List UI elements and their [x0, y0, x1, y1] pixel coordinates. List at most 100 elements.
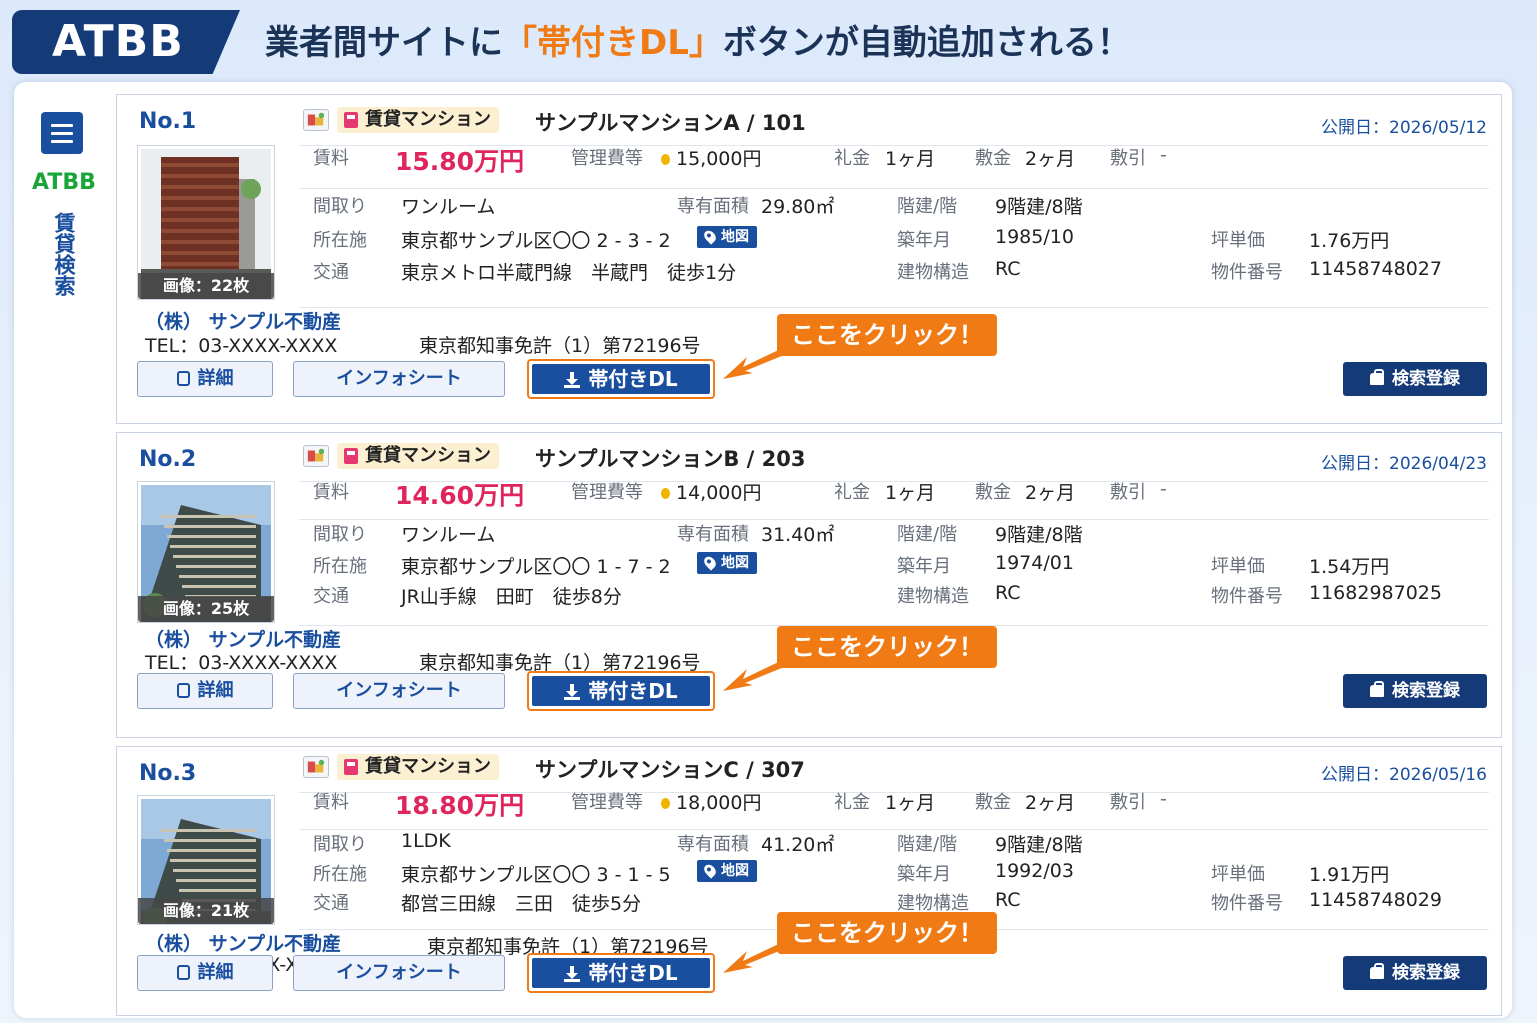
key-money-value: 1ヶ月 — [885, 148, 936, 170]
download-icon — [564, 966, 581, 982]
mgmt-value: 14,000円 — [661, 478, 761, 505]
tsubo-label: 坪単価 — [1211, 556, 1265, 577]
address-value: 東京都サンプル区〇〇 3 - 1 - 5 — [401, 864, 671, 886]
info-sheet-button[interactable]: インフォシート — [293, 361, 505, 397]
tsubo-value: 1.91万円 — [1309, 864, 1390, 886]
building-type-icon — [344, 448, 358, 464]
divider — [299, 188, 1489, 189]
rent-value: 15.80万円 — [395, 147, 525, 176]
property-name[interactable]: サンプルマンションB / 203 — [535, 443, 806, 473]
headline-post: ボタンが自動追加される！ — [722, 23, 1131, 63]
structure-value: RC — [995, 889, 1021, 911]
deposit-label: 敷金 — [975, 482, 1011, 503]
save-search-button[interactable]: 検索登録 — [1343, 956, 1487, 990]
company-tel: TEL：03-XXXX-XXXX — [145, 335, 338, 357]
property-type-icon — [303, 109, 329, 131]
banded-download-button[interactable]: 帯付きDL — [527, 953, 715, 993]
listing-card: No.3 画像：21枚 賃貸マンション サンプルマンションC / 307 公開日… — [116, 746, 1502, 1016]
save-search-button[interactable]: 検索登録 — [1343, 362, 1487, 396]
company-name[interactable]: （株） サンプル不動産 — [145, 307, 341, 334]
publish-date: 公開日：2026/05/12 — [1321, 118, 1487, 138]
briefcase-icon — [1370, 681, 1384, 697]
detail-icon — [176, 965, 190, 980]
map-pin-icon — [701, 554, 719, 571]
banded-download-button[interactable]: 帯付きDL — [527, 359, 715, 399]
rent-value: 18.80万円 — [395, 791, 525, 820]
layout-label: 間取り — [313, 196, 367, 217]
coin-icon — [661, 798, 670, 809]
map-button[interactable]: 地図 — [697, 552, 757, 574]
map-button[interactable]: 地図 — [697, 226, 757, 248]
deduction-value: - — [1160, 478, 1167, 500]
transport-label: 交通 — [313, 262, 349, 283]
layout-value: 1LDK — [401, 830, 451, 852]
divider — [299, 829, 1489, 830]
rent-value: 14.60万円 — [395, 481, 525, 510]
download-icon — [564, 372, 581, 388]
property-number-value: 11458748027 — [1309, 258, 1442, 280]
briefcase-icon — [1370, 963, 1384, 979]
deposit-label: 敷金 — [975, 792, 1011, 813]
floors-label: 階建/階 — [897, 524, 958, 545]
tsubo-label: 坪単価 — [1211, 230, 1265, 251]
deposit-label: 敷金 — [975, 148, 1011, 169]
banded-download-button[interactable]: 帯付きDL — [527, 671, 715, 711]
download-icon — [564, 684, 581, 700]
property-photo[interactable]: 画像：25枚 — [137, 481, 275, 623]
publish-date: 公開日：2026/04/23 — [1321, 454, 1487, 474]
sidebar-rental-search-link[interactable]: 賃貸検索 — [48, 212, 76, 296]
detail-button[interactable]: 詳細 — [137, 955, 273, 991]
built-label: 築年月 — [897, 556, 951, 577]
area-label: 専有面積 — [677, 196, 749, 217]
click-here-callout: ここをクリック！ — [777, 626, 997, 668]
listing-number: No.3 — [139, 761, 197, 786]
built-value: 1992/03 — [995, 860, 1074, 882]
image-count: 画像：22枚 — [138, 273, 274, 299]
publish-date: 公開日：2026/05/16 — [1321, 765, 1487, 785]
key-money-label: 礼金 — [834, 792, 870, 813]
divider — [299, 307, 1489, 308]
property-number-label: 物件番号 — [1211, 586, 1283, 607]
address-label: 所在施 — [313, 864, 367, 885]
save-search-button[interactable]: 検索登録 — [1343, 674, 1487, 708]
rent-label: 賃料 — [313, 792, 349, 813]
property-type-badge: 賃貸マンション — [337, 754, 499, 780]
headline-highlight: 「帯付きDL」 — [503, 23, 723, 63]
property-type-badge: 賃貸マンション — [337, 443, 499, 469]
deposit-value: 2ヶ月 — [1025, 792, 1076, 814]
built-value: 1974/01 — [995, 552, 1074, 574]
structure-label: 建物構造 — [897, 586, 969, 607]
rent-label: 賃料 — [313, 482, 349, 503]
detail-button[interactable]: 詳細 — [137, 361, 273, 397]
property-number-value: 11682987025 — [1309, 582, 1442, 604]
transport-value: 東京メトロ半蔵門線 半蔵門 徒歩1分 — [401, 262, 737, 284]
listing-card: No.1 画像：22枚 賃貸マンション サンプルマンションA / 101 公開日… — [116, 94, 1502, 424]
tsubo-value: 1.76万円 — [1309, 230, 1390, 252]
briefcase-icon — [1370, 369, 1384, 385]
map-button[interactable]: 地図 — [697, 860, 757, 882]
property-name[interactable]: サンプルマンションC / 307 — [535, 754, 805, 784]
info-sheet-button[interactable]: インフォシート — [293, 673, 505, 709]
brand-logo: ATBB — [12, 10, 240, 74]
menu-icon[interactable] — [41, 112, 83, 154]
key-money-value: 1ヶ月 — [885, 792, 936, 814]
layout-label: 間取り — [313, 834, 367, 855]
property-photo[interactable]: 画像：21枚 — [137, 795, 275, 925]
banded-download-inner: 帯付きDL — [532, 958, 710, 988]
deduction-label: 敷引 — [1110, 148, 1146, 169]
property-photo[interactable]: 画像：22枚 — [137, 145, 275, 300]
area-value: 29.80㎡ — [761, 196, 835, 218]
click-here-callout: ここをクリック！ — [777, 314, 997, 356]
deposit-value: 2ヶ月 — [1025, 148, 1076, 170]
structure-label: 建物構造 — [897, 262, 969, 283]
coin-icon — [661, 154, 670, 165]
key-money-label: 礼金 — [834, 148, 870, 169]
transport-value: JR山手線 田町 徒歩8分 — [401, 586, 622, 608]
area-value: 31.40㎡ — [761, 524, 835, 546]
property-type-badge: 賃貸マンション — [337, 107, 499, 133]
floors-label: 階建/階 — [897, 834, 958, 855]
info-sheet-button[interactable]: インフォシート — [293, 955, 505, 991]
detail-button[interactable]: 詳細 — [137, 673, 273, 709]
property-name[interactable]: サンプルマンションA / 101 — [535, 107, 806, 137]
listing-card: No.2 画像：25枚 賃貸マンション サンプルマンションB / 203 公開日… — [116, 432, 1502, 738]
